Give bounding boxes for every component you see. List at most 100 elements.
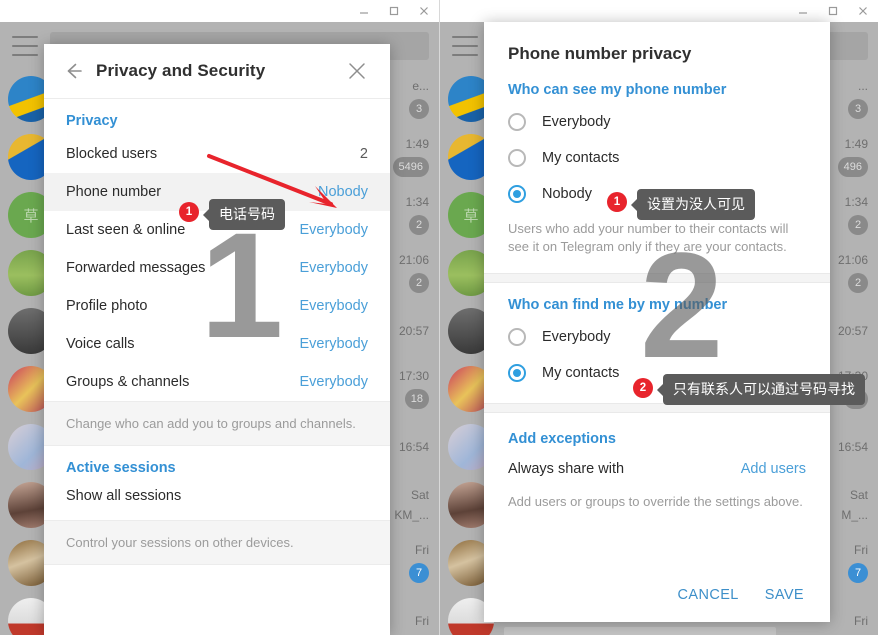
back-arrow-icon[interactable] xyxy=(56,54,90,88)
section-privacy-label: Privacy xyxy=(66,113,118,129)
section-divider xyxy=(484,272,830,283)
show-all-sessions-button[interactable]: Show all sessions xyxy=(44,478,390,520)
privacy-row-blocked-users[interactable]: Blocked users 2 xyxy=(44,135,390,173)
chat-meta: 1:34 2 xyxy=(385,195,429,235)
privacy-row-value: 2 xyxy=(359,146,368,162)
unread-badge: 496 xyxy=(837,157,868,177)
privacy-row-label: Forwarded messages xyxy=(66,260,206,276)
radio-button[interactable] xyxy=(508,363,526,382)
radio-button[interactable] xyxy=(508,113,526,131)
privacy-row-label: Phone number xyxy=(66,184,162,200)
radio-see-my-contacts[interactable]: My contacts xyxy=(484,140,830,176)
unread-badge: 18 xyxy=(404,389,429,409)
unread-badge: 7 xyxy=(848,563,868,583)
groups-note: Change who can add you to groups and cha… xyxy=(44,401,390,446)
close-icon[interactable] xyxy=(848,0,878,22)
active-sessions-label[interactable]: Active sessions xyxy=(44,446,390,478)
chat-timestamp: Fri xyxy=(415,614,429,628)
privacy-row-value: Everybody xyxy=(299,374,368,390)
chat-timestamp: 21:06 xyxy=(837,253,868,267)
cancel-button[interactable]: CANCEL xyxy=(678,587,739,603)
who-can-find-radio-group[interactable]: Everybody My contacts xyxy=(484,319,830,391)
section-who-can-find-label: Who can find me by my number xyxy=(508,296,728,313)
radio-label: My contacts xyxy=(542,364,620,381)
chat-timestamp: 20:57 xyxy=(398,324,429,338)
chat-timestamp: Fri xyxy=(854,614,868,628)
chat-meta: 1:34 2 xyxy=(824,195,868,235)
radio-see-everybody[interactable]: Everybody xyxy=(484,104,830,140)
dialog-title: Phone number privacy xyxy=(508,44,692,63)
who-can-see-radio-group[interactable]: Everybody My contacts Nobody xyxy=(484,104,830,212)
chat-meta: 16:54 xyxy=(385,440,429,454)
close-icon[interactable] xyxy=(340,54,374,88)
minimize-icon[interactable] xyxy=(788,0,818,22)
radio-button[interactable] xyxy=(508,327,526,346)
dialog-header: Privacy and Security xyxy=(44,44,390,99)
maximize-icon[interactable] xyxy=(379,0,409,22)
minimize-icon[interactable] xyxy=(349,0,379,22)
unread-badge: 2 xyxy=(409,215,429,235)
chat-meta: e... 3 xyxy=(385,79,429,119)
phone-number-privacy-dialog: Phone number privacy Who can see my phon… xyxy=(484,22,830,622)
chat-snippet: e... xyxy=(412,79,429,93)
right-telegram-window: ... 3 1:49 496 草 1:34 2 21:06 2 20:57 17:30 18 16:54… xyxy=(439,0,878,635)
radio-button[interactable] xyxy=(508,149,526,167)
page-title: Privacy and Security xyxy=(96,61,266,80)
left-titlebar xyxy=(0,0,439,22)
chat-timestamp: Fri xyxy=(415,543,429,557)
privacy-row-last-seen-online[interactable]: Last seen & online Everybody xyxy=(44,211,390,249)
unread-badge: 18 xyxy=(843,389,868,409)
privacy-row-value: Everybody xyxy=(299,298,368,314)
menu-icon[interactable] xyxy=(12,36,38,56)
chat-snippet: M_... xyxy=(841,508,868,522)
privacy-row-voice-calls[interactable]: Voice calls Everybody xyxy=(44,325,390,363)
privacy-row-value: Everybody xyxy=(299,336,368,352)
privacy-row-forwarded-messages[interactable]: Forwarded messages Everybody xyxy=(44,249,390,287)
privacy-row-profile-photo[interactable]: Profile photo Everybody xyxy=(44,287,390,325)
chat-meta: 20:57 xyxy=(385,324,429,338)
add-users-button[interactable]: Add users xyxy=(741,461,806,477)
chat-meta: Fri xyxy=(824,614,868,628)
save-button[interactable]: SAVE xyxy=(765,587,804,603)
chat-meta: 17:30 18 xyxy=(385,369,429,409)
chat-meta: Fri 7 xyxy=(385,543,429,583)
privacy-row-value: Everybody xyxy=(299,222,368,238)
radio-find-everybody[interactable]: Everybody xyxy=(484,319,830,355)
unread-badge: 2 xyxy=(409,273,429,293)
chat-meta: 16:54 xyxy=(824,440,868,454)
privacy-row-groups-channels[interactable]: Groups & channels Everybody xyxy=(44,363,390,401)
privacy-row-value: Nobody xyxy=(318,184,368,200)
privacy-and-security-dialog: Privacy and Security Privacy Blocked use… xyxy=(44,44,390,635)
radio-label: Everybody xyxy=(542,114,611,130)
right-titlebar xyxy=(440,0,878,22)
privacy-row-label: Voice calls xyxy=(66,336,135,352)
radio-label: Everybody xyxy=(542,328,611,345)
maximize-icon[interactable] xyxy=(818,0,848,22)
unread-badge: 3 xyxy=(409,99,429,119)
dialog-footer: CANCEL SAVE xyxy=(484,568,830,622)
close-icon[interactable] xyxy=(409,0,439,22)
chat-timestamp: 1:49 xyxy=(405,137,429,151)
add-exceptions-label: Add exceptions xyxy=(508,430,616,447)
chat-meta: 21:06 2 xyxy=(824,253,868,293)
unread-badge: 2 xyxy=(848,273,868,293)
chat-timestamp: 17:30 xyxy=(398,369,429,383)
radio-find-my-contacts[interactable]: My contacts xyxy=(484,355,830,391)
unread-badge: 7 xyxy=(409,563,429,583)
privacy-row-phone-number[interactable]: Phone number Nobody xyxy=(44,173,390,211)
chat-meta: Sat M_... xyxy=(824,488,868,522)
chat-timestamp: 1:34 xyxy=(844,195,868,209)
radio-see-nobody[interactable]: Nobody xyxy=(484,176,830,212)
section-divider-2 xyxy=(484,402,830,413)
always-share-row: Always share with Add users xyxy=(484,453,830,485)
unread-badge: 5496 xyxy=(392,157,429,177)
chat-timestamp: Sat xyxy=(849,488,868,502)
unread-badge: 2 xyxy=(848,215,868,235)
menu-icon[interactable] xyxy=(452,36,478,56)
chat-meta: 1:49 5496 xyxy=(385,137,429,177)
radio-button[interactable] xyxy=(508,185,526,203)
chat-meta: 20:57 xyxy=(824,324,868,338)
chat-timestamp: 16:54 xyxy=(837,440,868,454)
privacy-row-label: Profile photo xyxy=(66,298,148,314)
radio-label: Nobody xyxy=(542,186,592,202)
